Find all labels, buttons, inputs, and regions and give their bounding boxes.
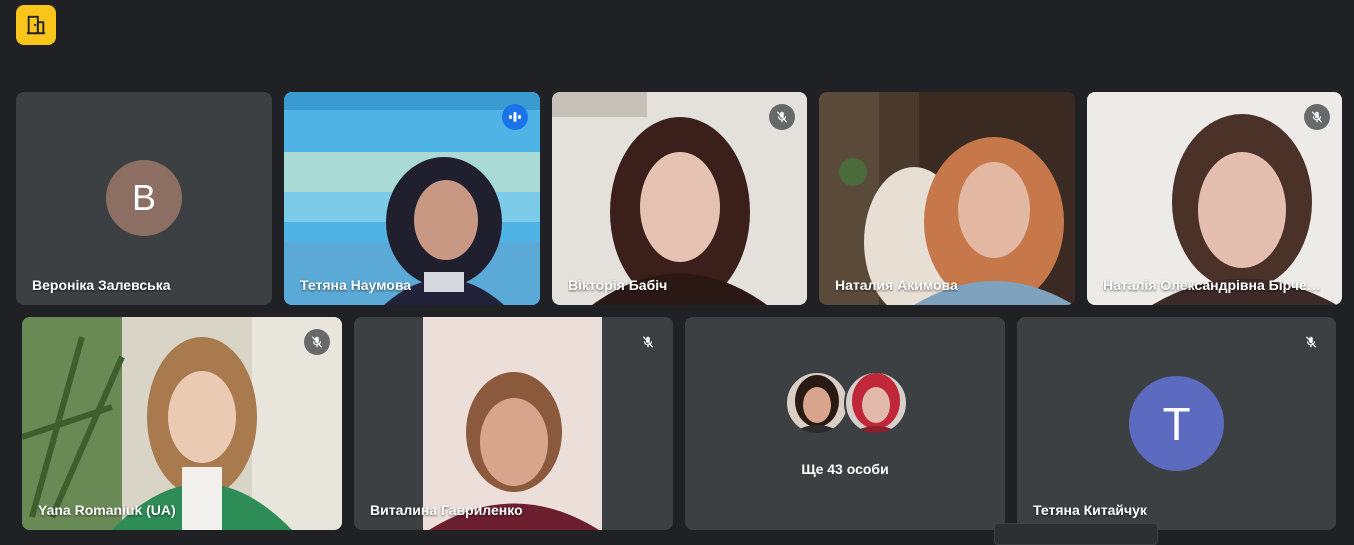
others-tile[interactable]: Ще 43 особи: [685, 317, 1005, 530]
app-logo[interactable]: [16, 5, 56, 45]
video-feed: [22, 317, 342, 530]
mic-off-icon: [1304, 104, 1330, 130]
others-avatar: [785, 371, 849, 435]
participant-name: Тетяна Китайчук: [1033, 502, 1147, 518]
avatar: T: [1129, 376, 1224, 471]
mic-off-icon: [635, 329, 661, 355]
participant-tile[interactable]: Виталина Гавриленко: [354, 317, 673, 530]
participant-name: Наталия Акимова: [835, 277, 958, 293]
mic-off-icon: [304, 329, 330, 355]
video-feed: [1087, 92, 1342, 305]
video-feed: [819, 92, 1075, 305]
participant-tile[interactable]: Наталия Акимова: [819, 92, 1075, 305]
participant-tile[interactable]: В Вероніка Залевська: [16, 92, 272, 305]
video-feed: [284, 92, 540, 305]
participant-name: Yana Romaniuk (UA): [38, 502, 176, 518]
avatar: В: [106, 160, 182, 236]
door-exit-icon: [26, 15, 46, 35]
others-avatar: [844, 371, 908, 435]
participant-tile[interactable]: Yana Romaniuk (UA): [22, 317, 342, 530]
participant-tile-speaking[interactable]: Тетяна Наумова: [284, 92, 540, 305]
speaking-indicator-icon: [502, 104, 528, 130]
participant-tile[interactable]: Вікторія Бабіч: [552, 92, 807, 305]
others-count: Ще 43 особи: [801, 461, 889, 477]
participant-name: Наталія Олександрівна Бірчен…: [1103, 277, 1328, 293]
participant-tile[interactable]: Наталія Олександрівна Бірчен…: [1087, 92, 1342, 305]
video-feed: [354, 317, 673, 530]
mic-off-icon: [1298, 329, 1324, 355]
participant-name: Виталина Гавриленко: [370, 502, 523, 518]
participant-tile[interactable]: T Тетяна Китайчук: [1017, 317, 1336, 530]
participant-name: Тетяна Наумова: [300, 277, 412, 293]
video-feed: [552, 92, 807, 305]
mic-off-icon: [769, 104, 795, 130]
participant-name: Вікторія Бабіч: [568, 277, 668, 293]
bottom-toolbar[interactable]: [994, 523, 1158, 545]
participant-name: Вероніка Залевська: [32, 277, 171, 293]
